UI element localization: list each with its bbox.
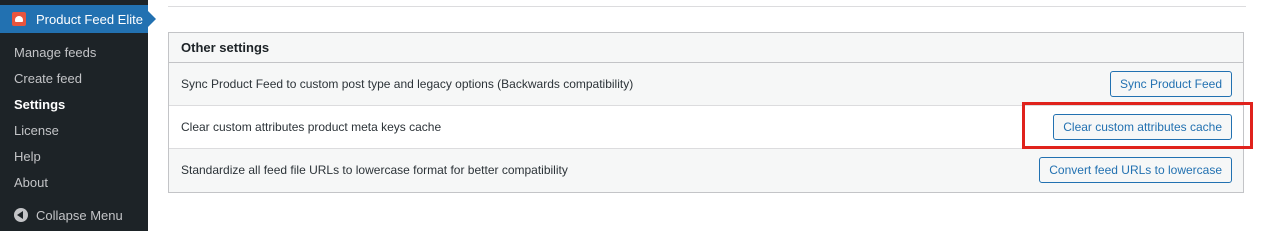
section-divider: [168, 6, 1246, 7]
settings-row-lowercase-urls: Standardize all feed file URLs to lowerc…: [169, 149, 1243, 192]
other-settings-table: Other settings Sync Product Feed to cust…: [168, 32, 1244, 193]
collapse-menu-label: Collapse Menu: [36, 208, 123, 223]
collapse-arrow-icon: [14, 208, 28, 222]
sidebar-item-manage-feeds[interactable]: Manage feeds: [0, 40, 148, 66]
setting-description: Sync Product Feed to custom post type an…: [181, 77, 634, 91]
sync-product-feed-button[interactable]: Sync Product Feed: [1109, 71, 1232, 97]
clear-custom-attributes-cache-button[interactable]: Clear custom attributes cache: [1053, 114, 1232, 140]
sidebar-item-help[interactable]: Help: [0, 144, 148, 170]
collapse-menu-button[interactable]: Collapse Menu: [0, 205, 148, 227]
plugin-submenu: Manage feeds Create feed Settings Licens…: [0, 40, 148, 196]
settings-rows: Sync Product Feed to custom post type an…: [169, 63, 1243, 192]
sidebar-item-license[interactable]: License: [0, 118, 148, 144]
sidebar-item-create-feed[interactable]: Create feed: [0, 66, 148, 92]
setting-description: Standardize all feed file URLs to lowerc…: [181, 163, 568, 177]
current-menu-pointer-icon: [148, 11, 156, 27]
plugin-menu-header[interactable]: Product Feed Elite: [0, 5, 156, 33]
other-settings-header: Other settings: [169, 33, 1243, 63]
sidebar-item-settings[interactable]: Settings: [0, 92, 148, 118]
plugin-menu-title: Product Feed Elite: [36, 12, 143, 27]
setting-description: Clear custom attributes product meta key…: [181, 120, 442, 134]
plugin-logo-icon: [12, 12, 26, 26]
sidebar-item-about[interactable]: About: [0, 170, 148, 196]
convert-feed-urls-button[interactable]: Convert feed URLs to lowercase: [1039, 157, 1232, 183]
settings-row-clear-cache: Clear custom attributes product meta key…: [169, 106, 1243, 149]
admin-sidebar: Product Feed Elite Manage feeds Create f…: [0, 0, 156, 231]
settings-row-sync: Sync Product Feed to custom post type an…: [169, 63, 1243, 106]
